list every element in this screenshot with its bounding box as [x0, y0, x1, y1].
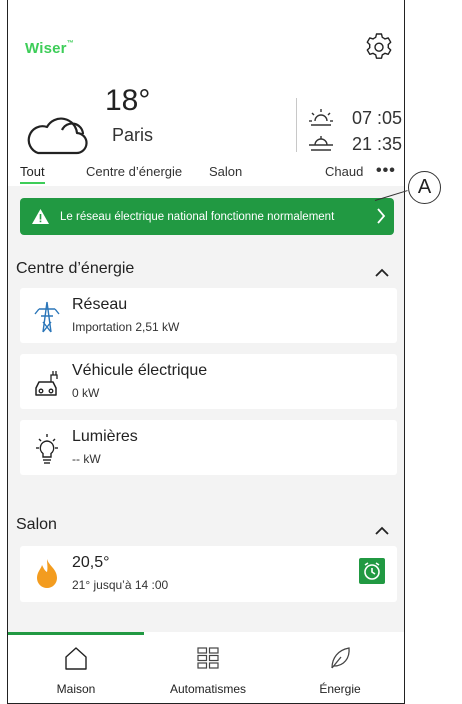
- card-value: 0 kW: [72, 386, 100, 400]
- nav-label: Automatismes: [169, 682, 247, 696]
- lightbulb-icon: [36, 434, 58, 464]
- nav-label: Maison: [56, 682, 96, 696]
- card-value: -- kW: [72, 452, 101, 466]
- tab-centre-energie[interactable]: Centre d’énergie: [86, 164, 182, 179]
- tab-tout[interactable]: Tout: [20, 164, 45, 184]
- sunrise-icon: [309, 109, 333, 126]
- main-content: Le réseau électrique national fonctionne…: [8, 186, 404, 634]
- chevron-right-icon: [377, 208, 386, 224]
- nav-energie[interactable]: Énergie: [274, 632, 404, 703]
- card-title: Réseau: [72, 296, 128, 313]
- device-schedule: 21° jusqu’à 14 :00: [72, 578, 169, 592]
- grid-status-banner[interactable]: Le réseau électrique national fonctionne…: [20, 198, 394, 235]
- sunset-icon: [309, 136, 333, 151]
- gear-icon[interactable]: [364, 32, 394, 62]
- tab-chaud[interactable]: Chaud: [325, 164, 363, 179]
- sunrise-time: 07 :05: [352, 107, 403, 128]
- card-vehicule[interactable]: Véhicule électrique 0 kW: [20, 354, 397, 409]
- sunset-row: 21 :35: [308, 132, 402, 156]
- cloud-icon: [27, 117, 88, 155]
- more-options-icon[interactable]: •••: [376, 162, 396, 180]
- card-value: Importation 2,51 kW: [72, 320, 180, 334]
- header: Wiser™ 18° Paris 07 :05 21:35 Tout Cent…: [8, 0, 404, 185]
- timer-button[interactable]: [359, 558, 385, 584]
- nav-maison[interactable]: Maison: [10, 632, 142, 703]
- timer-icon: [364, 562, 380, 580]
- warning-icon: [32, 209, 49, 224]
- device-temperature: 20,5°: [72, 554, 110, 571]
- sunset-time: 21 :35: [352, 133, 403, 154]
- bottom-navigation: Maison Automatismes Énergie: [8, 632, 404, 703]
- nav-automatismes[interactable]: Automatismes: [142, 632, 274, 703]
- card-lumieres[interactable]: Lumières -- kW: [20, 420, 397, 475]
- grid-icon: [197, 647, 219, 669]
- power-pylon-icon: [34, 301, 60, 333]
- chevron-up-icon[interactable]: [374, 268, 390, 278]
- flame-icon: [37, 559, 57, 588]
- temperature: 18°: [105, 84, 151, 117]
- callout-label: A: [408, 171, 441, 204]
- filter-tabs: Tout Centre d’énergie Salon Chaud •••: [8, 160, 404, 186]
- leaf-icon: [331, 647, 350, 669]
- wiser-logo: Wiser™: [25, 40, 74, 57]
- section-title-energy: Centre d’énergie: [16, 260, 135, 277]
- card-title: Lumières: [72, 428, 138, 445]
- chevron-up-icon[interactable]: [374, 526, 390, 536]
- nav-label: Énergie: [319, 682, 361, 696]
- divider: [296, 98, 297, 152]
- city-name: Paris: [112, 125, 154, 145]
- card-salon-thermostat[interactable]: 20,5° 21° jusqu’à 14 :00: [20, 546, 397, 602]
- banner-text: Le réseau électrique national fonctionne…: [60, 210, 335, 223]
- home-icon: [65, 647, 87, 670]
- sunrise-row: 07 :05: [308, 106, 402, 130]
- tab-salon[interactable]: Salon: [209, 164, 242, 179]
- ev-charging-icon: [35, 371, 58, 396]
- section-title-salon: Salon: [16, 516, 57, 533]
- card-reseau[interactable]: Réseau Importation 2,51 kW: [20, 288, 397, 343]
- card-title: Véhicule électrique: [72, 362, 208, 379]
- phone-screen: Wiser™ 18° Paris 07 :05 21:35 Tout Cent…: [7, 0, 405, 704]
